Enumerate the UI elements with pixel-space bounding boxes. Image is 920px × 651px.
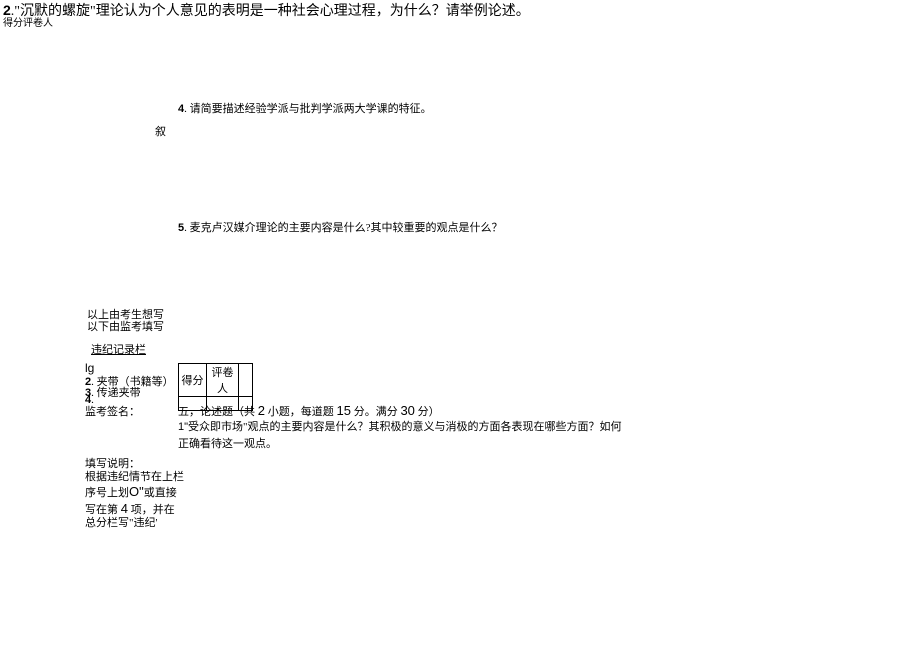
question-2: 2."沉默的螺旋"理论认为个人意见的表明是一种社会心理过程，为什么？请举例论述。 (3, 0, 530, 20)
section-5-n3: 30 (400, 403, 414, 418)
fill-l2-o: O" (129, 484, 144, 499)
section-5-header: 五，论述题（共 2 小题，每道题 15 分。满分 30 分） (178, 403, 440, 419)
score-grader-label: 得分评卷人 (3, 14, 53, 29)
essay-q1-line2: 正确看待这一观点。 (178, 438, 277, 450)
fill-l1: 填写说明： (85, 458, 140, 470)
section-5-prefix: 五，论述题（共 (178, 406, 258, 418)
section-5-suffix: 分） (415, 406, 440, 418)
section-5-mid2: 分。满分 (351, 406, 401, 418)
question-4: 4. 请简要描述经验学派与批判学派两大学课的特征。 (178, 100, 432, 116)
question-4-text: . 请简要描述经验学派与批判学派两大学课的特征。 (184, 103, 432, 115)
grader-header: 评卷人 (207, 364, 239, 397)
essay-q1-mark: 1" (178, 421, 188, 433)
section-5-mid1: 小题，每道题 (265, 406, 337, 418)
question-5-text: . 麦克卢汉媒介理论的主要内容是什么?其中较重要的观点是什么？ (184, 222, 502, 234)
section-5-n1: 2 (258, 403, 265, 418)
question-5: 5. 麦克卢汉媒介理论的主要内容是什么?其中较重要的观点是什么？ (178, 219, 503, 235)
stray-char: 叙 (155, 123, 166, 139)
violation-record-header: 违纪记录栏 (91, 341, 146, 357)
question-2-text: "沉默的螺旋"理论认为个人意见的表明是一种社会心理过程，为什么？请举例论述。 (14, 4, 529, 19)
score-header: 得分 (179, 364, 207, 397)
score-empty-header (239, 364, 253, 397)
fill-instructions: 填写说明： 根据违纪情节在上栏序号上划O"或直接写在第 4 项，并在总分栏写"违… (85, 458, 185, 530)
invigilator-section-label: 以下由监考填写 (87, 318, 164, 334)
violation-item-3-text: . 传递夹带 (91, 387, 141, 399)
fill-l2-four: 4 (121, 501, 128, 516)
essay-question-1: 1"受众即市场"观点的主要内容是什么？其积极的意义与消极的方面各表现在哪些方面？… (178, 419, 622, 452)
section-5-n2: 15 (336, 403, 350, 418)
supervisor-signature-label: 监考签名： (85, 403, 140, 419)
essay-q1-line1: 受众即市场"观点的主要内容是什么？其积极的意义与消极的方面各表现在哪些方面？如何 (188, 421, 622, 433)
